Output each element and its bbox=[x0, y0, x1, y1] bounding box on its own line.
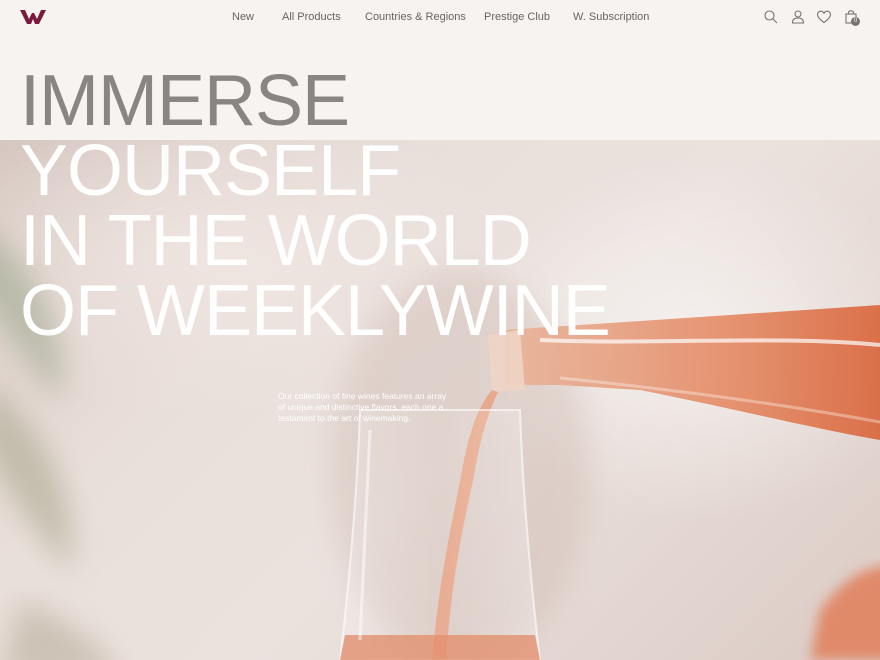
account-button[interactable] bbox=[790, 9, 806, 25]
nav-countries-regions[interactable]: Countries & Regions bbox=[365, 11, 466, 23]
hero-description: Our collection of fine wines features an… bbox=[278, 391, 447, 423]
user-icon bbox=[791, 10, 805, 24]
site-header: New All Products Countries & Regions Pre… bbox=[0, 0, 880, 36]
headline-line-4: OF WEEKLYWINE bbox=[20, 271, 611, 351]
nav-w-subscription[interactable]: W. Subscription bbox=[573, 11, 649, 23]
headline-line-1: IMMERSE bbox=[20, 61, 350, 141]
search-button[interactable] bbox=[763, 9, 779, 25]
heart-icon bbox=[816, 10, 832, 24]
search-icon bbox=[764, 10, 778, 24]
headline-line-3: IN THE WORLD bbox=[20, 201, 532, 281]
nav-new[interactable]: New bbox=[232, 11, 254, 23]
nav-all-products[interactable]: All Products bbox=[282, 11, 341, 23]
wishlist-button[interactable] bbox=[816, 9, 832, 25]
headline-line-2: YOURSELF bbox=[20, 131, 401, 211]
hero-headline: IMMERSE YOURSELF IN THE WORLD OF WEEKLYW… bbox=[20, 61, 611, 351]
nav-prestige-club[interactable]: Prestige Club bbox=[484, 11, 550, 23]
cart-count-badge: 0 bbox=[851, 17, 860, 26]
main-nav: New All Products Countries & Regions Pre… bbox=[0, 0, 880, 36]
